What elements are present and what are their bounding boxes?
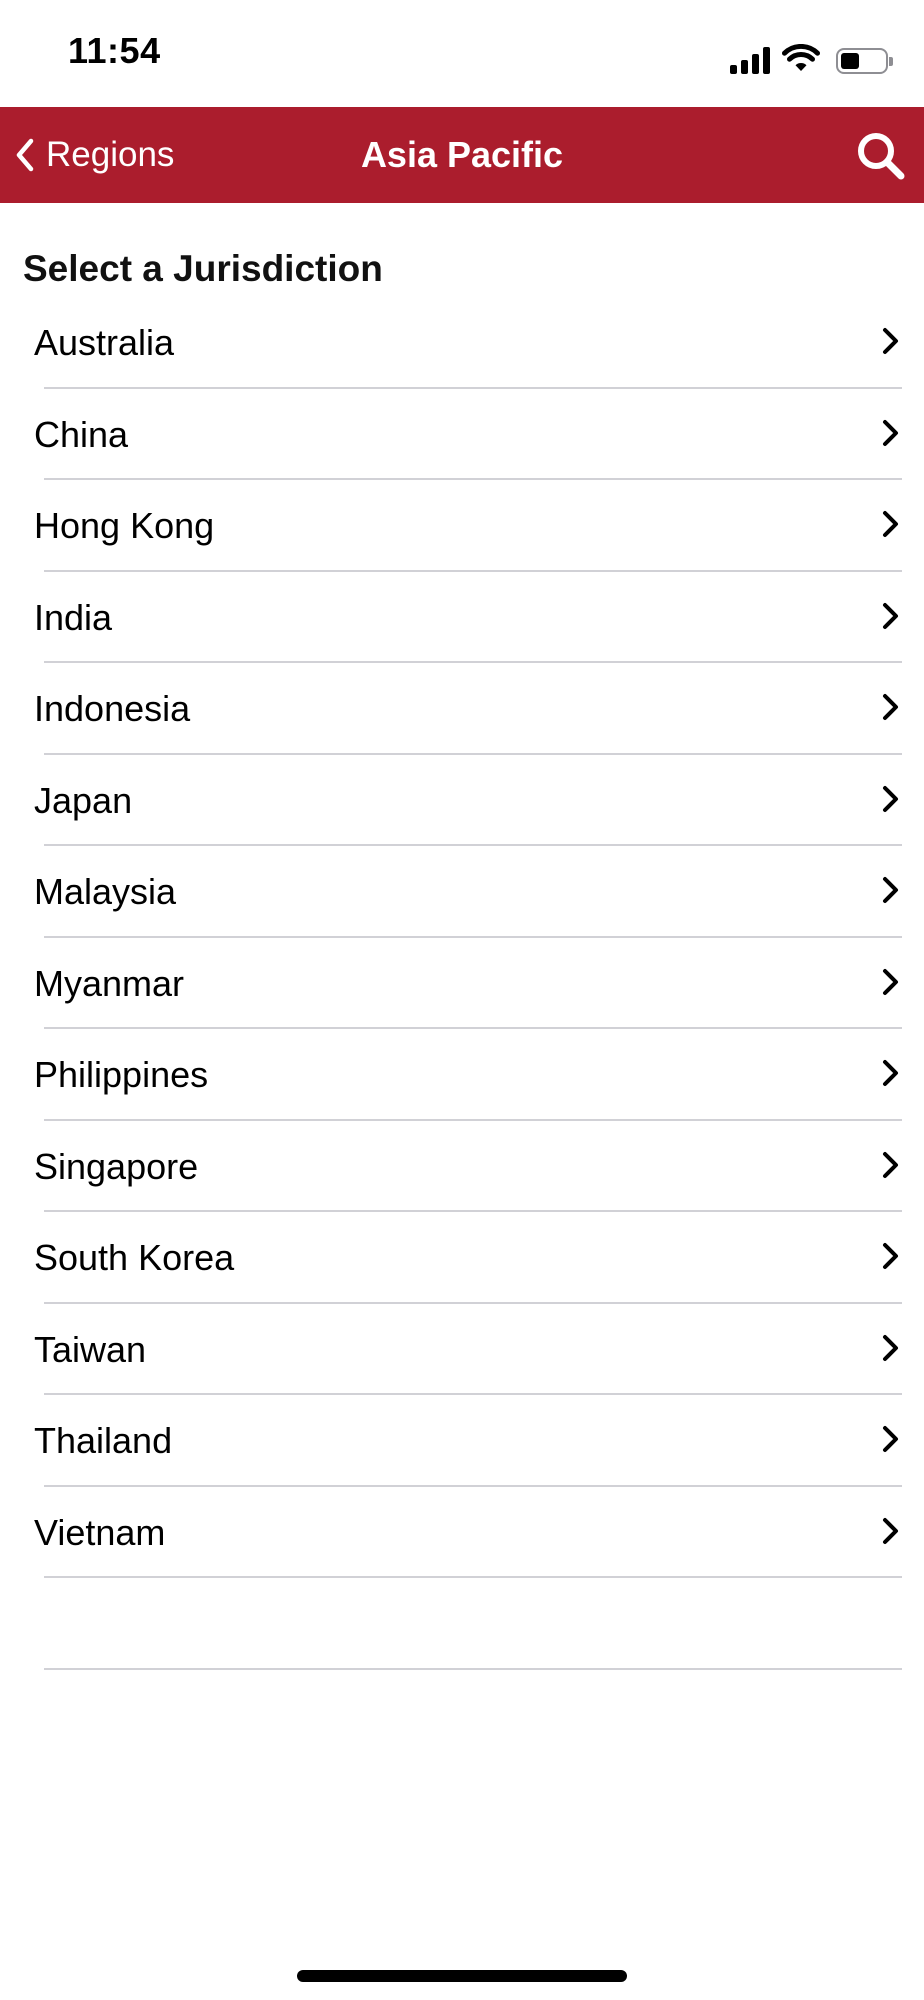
list-item-label: Malaysia bbox=[34, 871, 177, 912]
chevron-right-icon bbox=[883, 419, 898, 446]
status-time: 11:54 bbox=[68, 30, 161, 71]
list-item[interactable]: Vietnam bbox=[0, 1487, 924, 1578]
list-item[interactable]: Japan bbox=[0, 755, 924, 846]
list-item[interactable]: South Korea bbox=[0, 1212, 924, 1304]
list-item[interactable]: Singapore bbox=[0, 1121, 924, 1212]
list-item[interactable]: Hong Kong bbox=[0, 480, 924, 572]
list-item[interactable]: Taiwan bbox=[0, 1304, 924, 1395]
list-item-label: Philippines bbox=[34, 1054, 209, 1095]
list-item-label: Taiwan bbox=[34, 1328, 147, 1370]
list-item-label: Japan bbox=[34, 779, 133, 821]
chevron-right-icon bbox=[883, 1517, 898, 1544]
list-item-label: Thailand bbox=[34, 1420, 173, 1461]
jurisdiction-list: Australia China Hong Kong India Indonesi… bbox=[0, 297, 924, 1670]
chevron-right-icon bbox=[883, 694, 898, 720]
chevron-right-icon bbox=[883, 328, 898, 354]
list-item-label: Indonesia bbox=[34, 688, 191, 729]
list-item[interactable]: Thailand bbox=[0, 1395, 924, 1487]
list-item-label: South Korea bbox=[34, 1237, 235, 1278]
signal-icon bbox=[730, 46, 770, 74]
chevron-right-icon bbox=[883, 1426, 898, 1452]
list-item[interactable]: India bbox=[0, 572, 924, 663]
list-item-label: Australia bbox=[34, 322, 175, 363]
chevron-right-icon bbox=[883, 1243, 898, 1269]
battery-icon bbox=[836, 48, 893, 74]
divider bbox=[44, 1667, 902, 1670]
list-item-label: Vietnam bbox=[34, 1511, 166, 1553]
chevron-right-icon bbox=[883, 511, 898, 537]
list-item[interactable]: China bbox=[0, 389, 924, 480]
list-item[interactable]: Myanmar bbox=[0, 938, 924, 1029]
chevron-left-icon bbox=[10, 137, 40, 173]
wifi-icon bbox=[782, 44, 820, 71]
chevron-right-icon bbox=[883, 602, 898, 629]
chevron-right-icon bbox=[883, 785, 898, 812]
list-item[interactable]: Philippines bbox=[0, 1029, 924, 1121]
section-title: Select a Jurisdiction bbox=[23, 248, 383, 289]
status-icons bbox=[730, 38, 893, 74]
chevron-right-icon bbox=[883, 1334, 898, 1361]
nav-bar: Regions Asia Pacific bbox=[0, 107, 924, 203]
search-button[interactable] bbox=[854, 129, 908, 183]
list-item-label: India bbox=[34, 596, 113, 638]
status-bar: 11:54 bbox=[0, 0, 924, 107]
list-item-label: China bbox=[34, 413, 129, 455]
list-item-label: Hong Kong bbox=[34, 505, 215, 546]
back-button[interactable]: Regions bbox=[10, 107, 174, 203]
back-label: Regions bbox=[46, 135, 175, 174]
list-item[interactable]: Malaysia bbox=[0, 846, 924, 938]
empty-row bbox=[0, 1578, 924, 1670]
search-icon bbox=[858, 133, 905, 180]
list-item-label: Myanmar bbox=[34, 962, 185, 1004]
chevron-right-icon bbox=[883, 1151, 898, 1178]
list-item[interactable]: Australia bbox=[0, 297, 924, 389]
chevron-right-icon bbox=[883, 1060, 898, 1086]
home-indicator[interactable] bbox=[297, 1970, 627, 1982]
chevron-right-icon bbox=[883, 968, 898, 995]
list-item-label: Singapore bbox=[34, 1145, 199, 1187]
list-item[interactable]: Indonesia bbox=[0, 663, 924, 755]
chevron-right-icon bbox=[883, 877, 898, 903]
screen: 11:54 Regions Asia Pacific Select a Juri… bbox=[0, 0, 924, 2000]
